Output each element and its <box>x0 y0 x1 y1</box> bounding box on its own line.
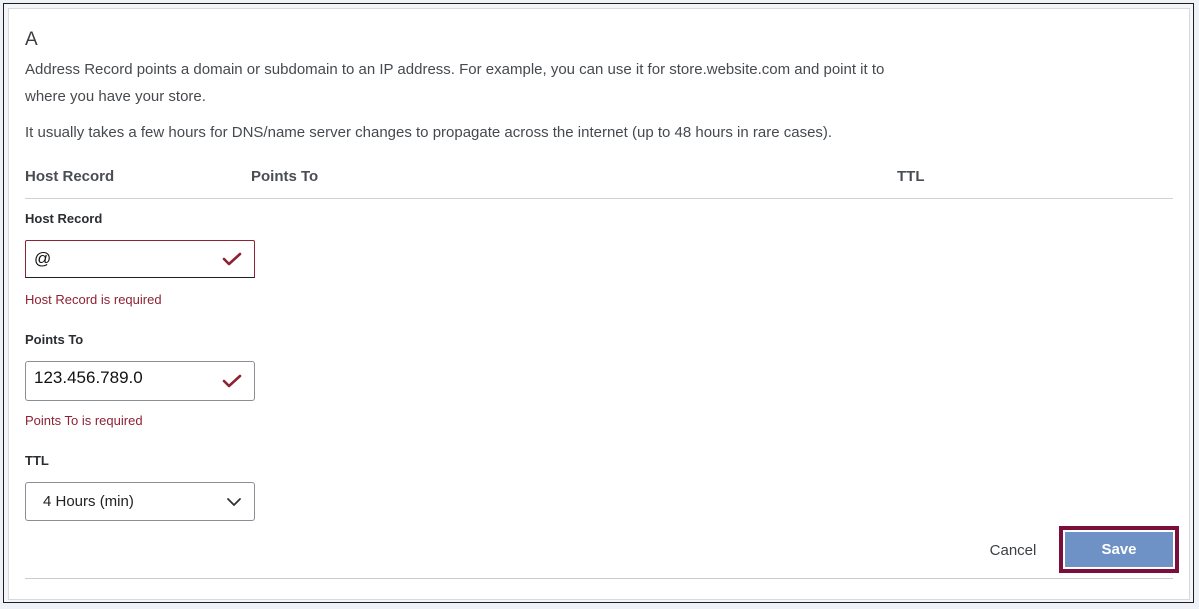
host-record-label: Host Record <box>25 211 103 226</box>
column-header-points-to: Points To <box>251 168 319 185</box>
column-header-ttl: TTL <box>897 168 925 185</box>
ttl-select[interactable]: 4 Hours (min) <box>25 482 255 521</box>
chevron-down-icon <box>227 497 241 506</box>
footer-divider <box>25 578 1173 579</box>
points-to-value: 123.456.789.0 <box>34 368 143 387</box>
record-description: Address Record points a domain or subdom… <box>25 61 885 105</box>
header-divider <box>25 198 1173 199</box>
save-button-focus-outline: Save <box>1059 526 1179 573</box>
points-to-label: Points To <box>25 332 84 347</box>
record-type-title: A <box>25 29 38 50</box>
column-header-host-record: Host Record <box>25 168 115 185</box>
propagation-note: It usually takes a few hours for DNS/nam… <box>25 124 833 141</box>
host-record-input[interactable]: @ <box>25 240 255 278</box>
cancel-button[interactable]: Cancel <box>975 532 1051 568</box>
ttl-label: TTL <box>25 453 49 468</box>
points-to-input[interactable]: 123.456.789.0 <box>25 361 255 401</box>
check-icon <box>222 374 242 388</box>
host-record-value: @ <box>34 249 52 268</box>
save-button[interactable]: Save <box>1065 532 1173 567</box>
host-record-error: Host Record is required <box>25 292 162 307</box>
points-to-error: Points To is required <box>25 413 143 428</box>
check-icon <box>222 252 242 266</box>
ttl-selected-value: 4 Hours (min) <box>43 493 134 510</box>
